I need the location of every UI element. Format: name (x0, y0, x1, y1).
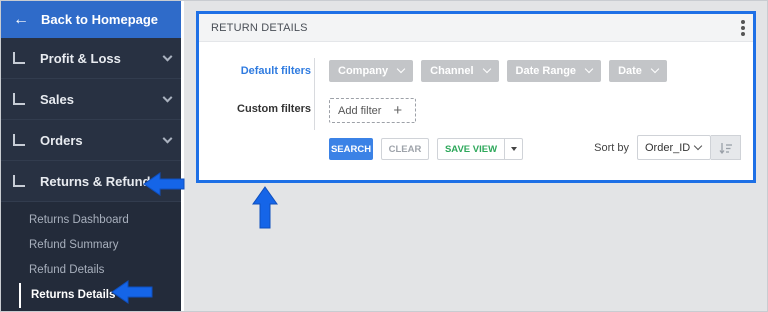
chip-label: Date (618, 65, 642, 77)
chip-label: Company (338, 65, 389, 77)
card-title: RETURN DETAILS (211, 21, 308, 34)
sort-by-label: Sort by (594, 141, 629, 154)
filter-chip-date-range[interactable]: Date Range (506, 60, 602, 82)
chevron-down-icon (482, 64, 491, 74)
filter-chip-company[interactable]: Company (329, 60, 414, 82)
save-view-button[interactable]: SAVE VIEW (437, 138, 505, 160)
submenu-item-returns-dashboard[interactable]: Returns Dashboard (1, 208, 181, 233)
arrow-left-icon: ← (13, 10, 29, 28)
back-to-homepage-button[interactable]: ← Back to Homepage (1, 1, 181, 38)
filter-labels: Default filters Custom filters (199, 60, 311, 136)
chip-label: Channel (430, 65, 474, 77)
main-content: RETURN DETAILS Default filters Custom fi… (184, 1, 767, 311)
add-filter-button[interactable]: Add filter + (329, 98, 416, 123)
sidebar-item-label: Sales (40, 91, 74, 107)
sidebar-item-label: Orders (40, 132, 83, 148)
kebab-menu-icon[interactable] (741, 20, 745, 36)
back-label: Back to Homepage (41, 12, 159, 27)
annotation-arrow-left-icon (111, 280, 153, 304)
card-header: RETURN DETAILS (199, 14, 753, 42)
filter-chip-date[interactable]: Date (609, 60, 667, 82)
plus-icon: + (393, 102, 403, 119)
default-filter-chips: Company Channel Date Range Date (329, 60, 667, 82)
chevron-down-icon (162, 133, 173, 144)
sidebar-item-orders[interactable]: Orders (1, 120, 181, 161)
custom-filters-label: Custom filters (237, 103, 311, 115)
submenu-item-refund-summary[interactable]: Refund Summary (1, 233, 181, 258)
sort-descending-icon[interactable] (711, 135, 741, 160)
submenu-item-returns-details[interactable]: Returns Details (19, 283, 181, 308)
bar-chart-icon (13, 93, 25, 105)
return-details-card: RETURN DETAILS Default filters Custom fi… (196, 11, 756, 183)
bar-chart-icon (13, 52, 25, 64)
sidebar-item-label: Profit & Loss (40, 50, 121, 66)
chip-label: Date Range (515, 65, 577, 77)
action-buttons: SEARCH CLEAR SAVE VIEW (329, 138, 523, 160)
bar-chart-icon (13, 134, 25, 146)
chevron-down-icon (650, 64, 660, 74)
clear-button[interactable]: CLEAR (381, 138, 429, 160)
chevron-down-icon (162, 92, 173, 103)
chevron-down-icon (162, 51, 173, 62)
chevron-down-icon (693, 141, 703, 151)
add-filter-label: Add filter (338, 104, 382, 117)
annotation-arrow-up-icon (252, 186, 278, 229)
annotation-arrow-left-icon (143, 172, 185, 196)
sidebar-item-profit-loss[interactable]: Profit & Loss (1, 38, 181, 79)
chevron-down-icon (584, 64, 594, 74)
chevron-down-icon (396, 64, 406, 74)
sort-field-select[interactable]: Order_ID (637, 135, 711, 160)
filter-chip-channel[interactable]: Channel (421, 60, 499, 82)
sidebar-item-sales[interactable]: Sales (1, 79, 181, 120)
filter-divider (314, 58, 315, 130)
sidebar: ← Back to Homepage Profit & Loss Sales O… (1, 1, 181, 311)
search-button[interactable]: SEARCH (329, 138, 373, 160)
save-view-dropdown-icon[interactable] (505, 138, 523, 160)
save-view-group: SAVE VIEW (437, 138, 523, 160)
sort-control: Sort by Order_ID (594, 135, 741, 160)
bar-chart-icon (13, 175, 25, 187)
sort-field-value: Order_ID (645, 141, 691, 154)
default-filters-label: Default filters (240, 65, 311, 77)
